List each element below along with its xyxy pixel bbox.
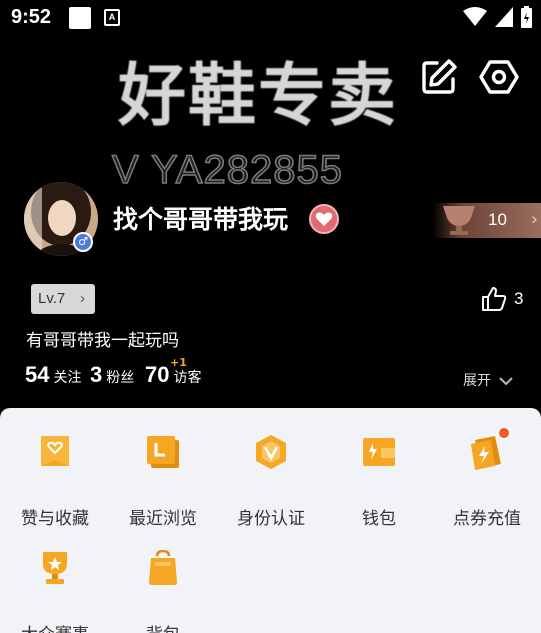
stat-following[interactable]: 54 关注	[25, 362, 81, 388]
expand-button[interactable]: 展开	[463, 370, 514, 390]
heart-badge-icon	[309, 204, 339, 234]
recent-icon	[147, 436, 179, 468]
bio-text: 有哥哥带我一起玩吗	[26, 331, 179, 351]
notification-a-icon: A	[104, 9, 120, 26]
level-label: Lv.7	[38, 290, 66, 307]
trophy-icon	[43, 552, 67, 584]
status-indicators	[463, 6, 532, 28]
menu-panel: 赞与收藏 最近浏览 身份认证 钱包 点券充值	[0, 408, 541, 633]
menu-label: 最近浏览	[129, 509, 197, 529]
menu-label: 赞与收藏	[21, 509, 89, 529]
notification-square-icon	[69, 7, 91, 29]
expand-label: 展开	[463, 373, 491, 389]
status-time: 9:52	[11, 6, 52, 28]
banner-title: 好鞋专卖	[118, 57, 399, 136]
visitor-delta-badge: +1	[170, 356, 187, 369]
chevron-down-icon	[499, 377, 514, 386]
stat-visitors-label: 访客	[173, 370, 202, 386]
banner-subtitle: V YA282855	[111, 147, 343, 193]
status-bar: 9:52 A	[0, 0, 541, 36]
notification-dot	[499, 428, 509, 438]
heart-folder-icon	[41, 436, 69, 466]
signal-icon	[495, 7, 513, 27]
chevron-right-icon: ›	[530, 209, 538, 230]
settings-icon[interactable]	[479, 57, 519, 97]
chevron-right-icon: ›	[80, 290, 85, 307]
battery-icon	[521, 6, 532, 28]
like-button[interactable]: 3	[481, 286, 531, 314]
gender-male-icon: ♂	[73, 232, 93, 252]
menu-label: 背包	[109, 620, 217, 633]
stat-fans-num: 3	[90, 362, 103, 387]
stat-following-label: 关注	[53, 370, 82, 386]
stat-fans[interactable]: 3 粉丝	[90, 362, 134, 388]
nickname: 找个哥哥带我玩	[113, 205, 289, 234]
stat-visitors-num: 70	[145, 362, 170, 387]
stat-fans-label: 粉丝	[106, 370, 135, 386]
level-badge[interactable]: Lv.7 ›	[31, 284, 95, 314]
menu-label: 身份认证	[237, 509, 305, 529]
wallet-icon	[363, 438, 395, 466]
backpack-icon	[149, 550, 177, 585]
stat-following-num: 54	[25, 362, 50, 387]
honor-count: 10	[488, 210, 507, 229]
coupon-icon	[471, 436, 501, 470]
honor-card[interactable]: 10 ›	[433, 203, 541, 238]
like-count: 3	[514, 289, 524, 308]
edit-profile-icon[interactable]	[419, 57, 459, 97]
menu-label: 钱包	[362, 509, 396, 529]
menu-label: 点券充值	[453, 509, 521, 529]
thumbs-up-icon	[482, 287, 507, 311]
verify-icon	[256, 435, 286, 469]
trophy-cup-icon	[443, 206, 475, 235]
menu-label: 大众赛事	[1, 620, 109, 633]
wifi-icon	[463, 7, 487, 26]
